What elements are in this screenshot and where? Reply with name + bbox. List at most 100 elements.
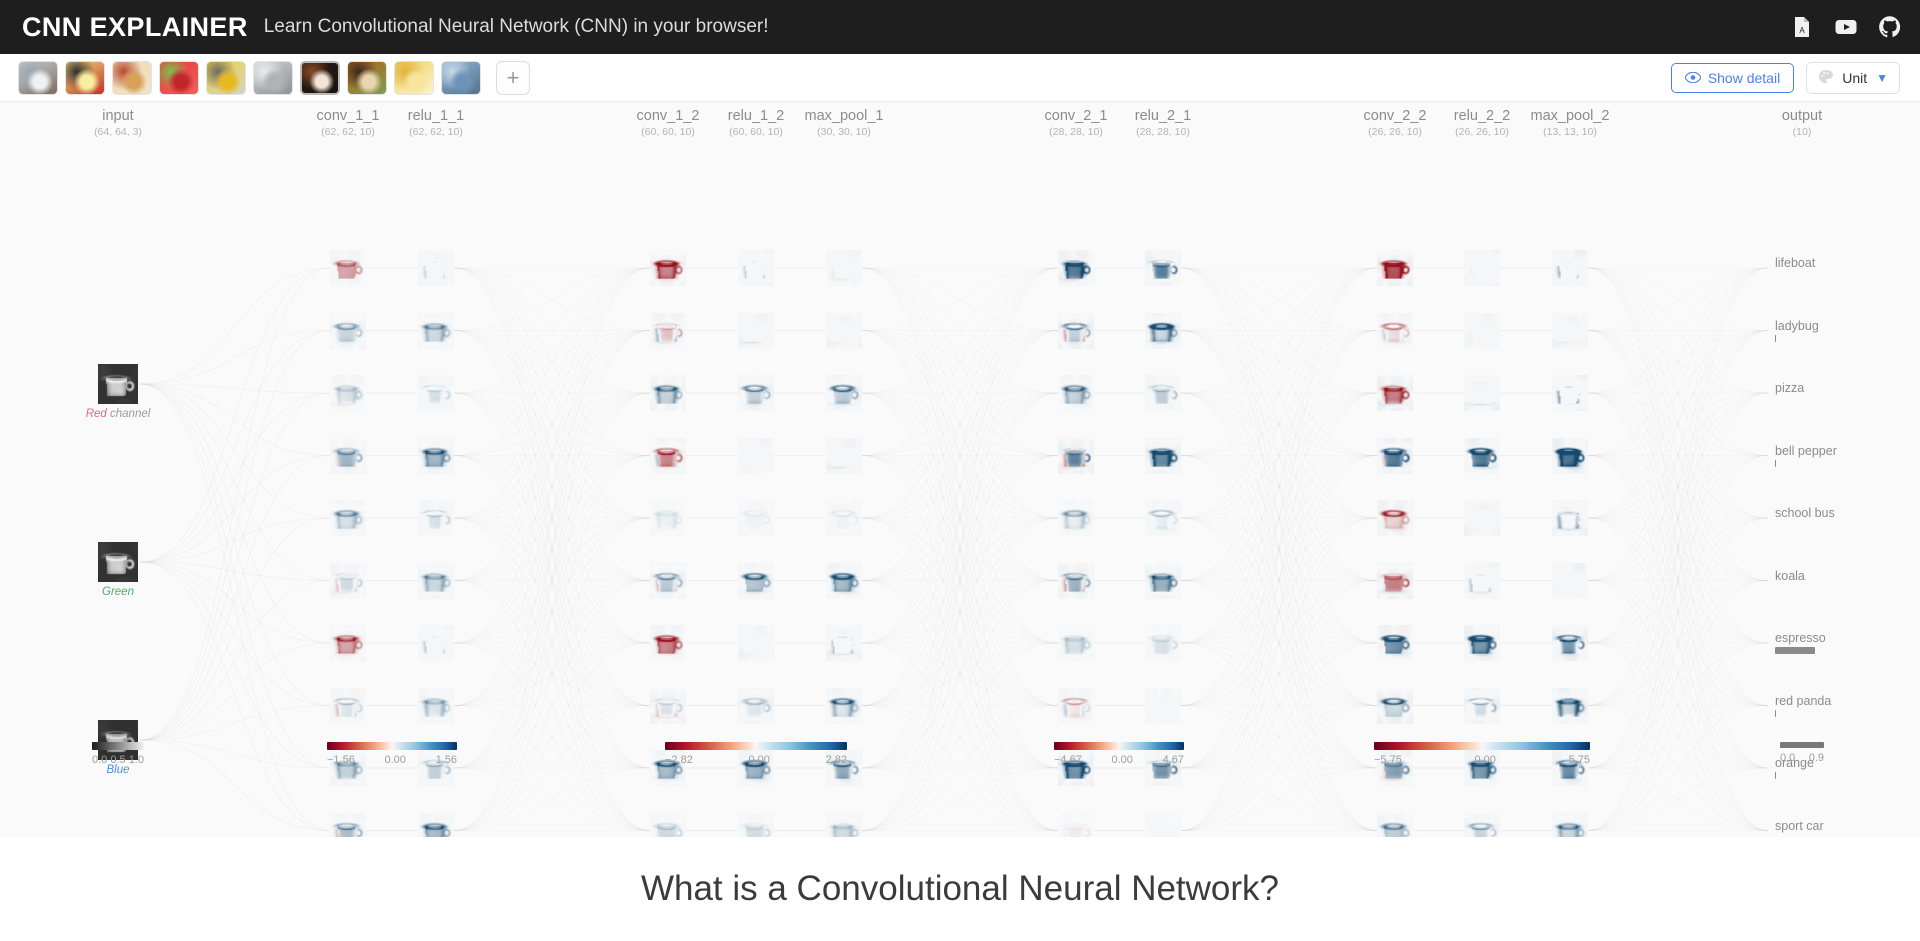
thumbnail-koala[interactable] bbox=[253, 60, 293, 95]
feature-map-conv_2_2-4[interactable] bbox=[1377, 500, 1413, 536]
feature-map-relu_1_2-0[interactable] bbox=[738, 250, 774, 286]
feature-map-relu_1_2-9[interactable] bbox=[738, 812, 774, 837]
unit-dropdown[interactable]: Unit ▼ bbox=[1806, 61, 1900, 94]
feature-map-conv_2_1-9[interactable] bbox=[1058, 812, 1094, 837]
feature-map-relu_2_1-7[interactable] bbox=[1145, 687, 1181, 724]
output-class-ladybug[interactable]: ladybug bbox=[1775, 319, 1819, 342]
feature-map-relu_2_1-1[interactable] bbox=[1145, 312, 1181, 349]
layer-header-output[interactable]: output (10) bbox=[1782, 108, 1822, 138]
feature-map-conv_1_2-3[interactable] bbox=[650, 437, 686, 474]
add-image-button[interactable]: + bbox=[496, 60, 530, 95]
feature-map-max_pool_1-6[interactable] bbox=[826, 625, 862, 661]
feature-map-conv_2_2-2[interactable] bbox=[1377, 375, 1413, 411]
output-class-bell-pepper[interactable]: bell pepper bbox=[1775, 444, 1837, 467]
feature-map-max_pool_2-4[interactable] bbox=[1552, 500, 1588, 536]
feature-map-relu_1_1-5[interactable] bbox=[418, 562, 454, 599]
feature-map-conv_1_2-4[interactable] bbox=[650, 500, 686, 536]
feature-map-max_pool_1-7[interactable] bbox=[826, 687, 862, 724]
feature-map-conv_2_2-6[interactable] bbox=[1377, 625, 1413, 661]
feature-map-relu_2_2-9[interactable] bbox=[1464, 812, 1500, 837]
thumbnail-ladybug[interactable] bbox=[65, 60, 105, 95]
feature-map-conv_2_2-3[interactable] bbox=[1377, 437, 1413, 474]
feature-map-max_pool_2-2[interactable] bbox=[1552, 375, 1588, 411]
feature-map-relu_2_1-0[interactable] bbox=[1145, 250, 1181, 286]
feature-map-max_pool_2-6[interactable] bbox=[1552, 625, 1588, 661]
feature-map-relu_2_2-7[interactable] bbox=[1464, 687, 1500, 724]
feature-map-relu_2_2-2[interactable] bbox=[1464, 375, 1500, 411]
layer-header-relu_1_2[interactable]: relu_1_2 (60, 60, 10) bbox=[728, 108, 784, 138]
feature-map-relu_1_2-1[interactable] bbox=[738, 312, 774, 349]
feature-map-relu_1_2-4[interactable] bbox=[738, 500, 774, 536]
layer-header-max_pool_1[interactable]: max_pool_1 (30, 30, 10) bbox=[805, 108, 884, 138]
feature-map-relu_1_1-4[interactable] bbox=[418, 500, 454, 536]
feature-map-conv_2_2-5[interactable] bbox=[1377, 562, 1413, 599]
feature-map-max_pool_2-1[interactable] bbox=[1552, 312, 1588, 349]
feature-map-conv_2_2-7[interactable] bbox=[1377, 687, 1413, 724]
feature-map-relu_1_1-6[interactable] bbox=[418, 625, 454, 661]
feature-map-conv_2_1-7[interactable] bbox=[1058, 687, 1094, 724]
feature-map-relu_1_2-5[interactable] bbox=[738, 562, 774, 599]
feature-map-conv_1_2-9[interactable] bbox=[650, 812, 686, 837]
feature-map-relu_2_1-4[interactable] bbox=[1145, 500, 1181, 536]
feature-map-relu_2_1-9[interactable] bbox=[1145, 812, 1181, 837]
output-class-lifeboat[interactable]: lifeboat bbox=[1775, 256, 1815, 279]
feature-map-relu_1_2-7[interactable] bbox=[738, 687, 774, 724]
feature-map-conv_1_1-4[interactable] bbox=[330, 500, 366, 536]
thumbnail-lifeboat[interactable] bbox=[18, 60, 58, 95]
feature-map-relu_2_2-1[interactable] bbox=[1464, 312, 1500, 349]
thumbnail-school-bus[interactable] bbox=[206, 60, 246, 95]
layer-header-conv_2_2[interactable]: conv_2_2 (26, 26, 10) bbox=[1364, 108, 1427, 138]
feature-map-relu_1_1-1[interactable] bbox=[418, 312, 454, 349]
feature-map-conv_1_2-7[interactable] bbox=[650, 687, 686, 724]
thumbnail-bell-pepper[interactable] bbox=[159, 60, 199, 95]
feature-map-conv_2_1-2[interactable] bbox=[1058, 375, 1094, 411]
thumbnail-orange[interactable] bbox=[394, 60, 434, 95]
feature-map-relu_2_2-4[interactable] bbox=[1464, 500, 1500, 536]
output-class-red-panda[interactable]: red panda bbox=[1775, 694, 1831, 717]
layer-header-relu_1_1[interactable]: relu_1_1 (62, 62, 10) bbox=[408, 108, 464, 138]
thumbnail-red-panda[interactable] bbox=[347, 60, 387, 95]
input-channel-image-red[interactable] bbox=[98, 364, 138, 404]
feature-map-conv_1_1-1[interactable] bbox=[330, 312, 366, 349]
layer-header-max_pool_2[interactable]: max_pool_2 (13, 13, 10) bbox=[1531, 108, 1610, 138]
feature-map-relu_2_2-6[interactable] bbox=[1464, 625, 1500, 661]
thumbnail-sport-car[interactable] bbox=[441, 60, 481, 95]
feature-map-conv_2_1-0[interactable] bbox=[1058, 250, 1094, 286]
feature-map-max_pool_1-9[interactable] bbox=[826, 812, 862, 837]
feature-map-relu_1_1-9[interactable] bbox=[418, 812, 454, 837]
feature-map-relu_1_1-3[interactable] bbox=[418, 437, 454, 474]
feature-map-conv_1_2-2[interactable] bbox=[650, 375, 686, 411]
feature-map-conv_1_1-9[interactable] bbox=[330, 812, 366, 837]
feature-map-conv_2_2-9[interactable] bbox=[1377, 812, 1413, 837]
feature-map-conv_1_2-1[interactable] bbox=[650, 312, 686, 349]
show-detail-button[interactable]: Show detail bbox=[1670, 62, 1795, 93]
feature-map-max_pool_2-7[interactable] bbox=[1552, 687, 1588, 724]
feature-map-max_pool_1-5[interactable] bbox=[826, 562, 862, 599]
feature-map-relu_1_1-7[interactable] bbox=[418, 687, 454, 724]
feature-map-conv_1_2-6[interactable] bbox=[650, 625, 686, 661]
feature-map-conv_1_1-5[interactable] bbox=[330, 562, 366, 599]
feature-map-conv_2_1-4[interactable] bbox=[1058, 500, 1094, 536]
feature-map-max_pool_1-3[interactable] bbox=[826, 437, 862, 474]
feature-map-relu_1_2-6[interactable] bbox=[738, 625, 774, 661]
layer-header-relu_2_1[interactable]: relu_2_1 (28, 28, 10) bbox=[1135, 108, 1191, 138]
feature-map-relu_1_2-3[interactable] bbox=[738, 437, 774, 474]
output-class-school-bus[interactable]: school bus bbox=[1775, 506, 1835, 529]
feature-map-conv_2_1-6[interactable] bbox=[1058, 625, 1094, 661]
layer-header-conv_1_1[interactable]: conv_1_1 (62, 62, 10) bbox=[317, 108, 380, 138]
feature-map-conv_1_1-7[interactable] bbox=[330, 687, 366, 724]
feature-map-max_pool_1-1[interactable] bbox=[826, 312, 862, 349]
feature-map-max_pool_2-9[interactable] bbox=[1552, 812, 1588, 837]
output-class-koala[interactable]: koala bbox=[1775, 569, 1805, 592]
feature-map-relu_2_1-5[interactable] bbox=[1145, 562, 1181, 599]
feature-map-relu_2_2-3[interactable] bbox=[1464, 437, 1500, 474]
feature-map-relu_1_2-2[interactable] bbox=[738, 375, 774, 411]
input-channel-image-green[interactable] bbox=[98, 542, 138, 582]
thumbnail-espresso[interactable] bbox=[300, 60, 340, 95]
feature-map-relu_2_1-3[interactable] bbox=[1145, 437, 1181, 474]
feature-map-conv_1_2-5[interactable] bbox=[650, 562, 686, 599]
feature-map-relu_1_1-0[interactable] bbox=[418, 250, 454, 286]
feature-map-relu_2_2-5[interactable] bbox=[1464, 562, 1500, 599]
feature-map-conv_2_1-1[interactable] bbox=[1058, 312, 1094, 349]
feature-map-relu_2_1-6[interactable] bbox=[1145, 625, 1181, 661]
